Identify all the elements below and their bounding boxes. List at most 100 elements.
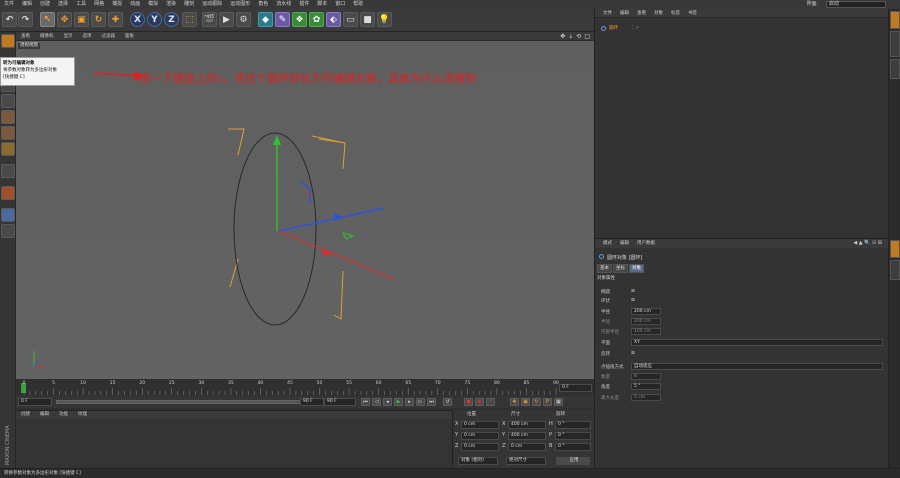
menu-motion-tracking[interactable]: 运动跟踪 [198, 0, 226, 9]
viewport-menu-filter[interactable]: 过滤器 [97, 32, 121, 41]
objmgr-menu-file[interactable]: 文件 [599, 9, 616, 17]
rotation-field[interactable]: 0 ° [555, 421, 591, 429]
property-checkbox[interactable]: ⊠ [631, 298, 635, 303]
position-field[interactable]: 0 cm [461, 443, 499, 451]
start-frame-field[interactable]: 0 F [18, 398, 52, 406]
key-parameter-icon[interactable]: P [543, 398, 552, 406]
render-picture-viewer-icon[interactable]: ▶ [219, 12, 234, 27]
property-checkbox[interactable]: ⊠ [631, 351, 635, 356]
magnet-icon[interactable] [1, 186, 15, 200]
size-field[interactable]: 0 cm [508, 443, 546, 451]
property-value-field[interactable]: 5 cm [631, 394, 661, 401]
objects-tab-icon[interactable] [890, 11, 900, 29]
timeline-ruler[interactable]: 0 5 10 15 20 25 30 35 40 45 50 55 60 65 70 75 80 85 90 0 F [16, 381, 594, 396]
menu-help[interactable]: 帮助 [349, 0, 367, 9]
menu-mograph[interactable]: 运动图形 [226, 0, 254, 9]
play-icon[interactable]: ▶ [394, 398, 403, 406]
viewport-menu-camera[interactable]: 摄像机 [35, 32, 59, 41]
redo-icon[interactable]: ↷ [18, 12, 33, 27]
visibility-dots-icon[interactable]: ⁚ [632, 25, 634, 31]
enabled-check-icon[interactable]: ✓ [636, 25, 640, 31]
render-settings-icon[interactable]: ⚙ [236, 12, 251, 27]
coordinate-system-icon[interactable]: ⬚ [182, 12, 197, 27]
menu-script[interactable]: 脚本 [313, 0, 331, 9]
viewport-menu-panel[interactable]: 面板 [120, 32, 139, 41]
menu-window[interactable]: 窗口 [331, 0, 349, 9]
key-grid-icon[interactable]: ▦ [554, 398, 563, 406]
property-value-field[interactable]: 自动适应 [631, 363, 883, 370]
rotation-field[interactable]: 0 ° [555, 443, 591, 451]
material-menu-edit[interactable]: 编辑 [35, 411, 54, 419]
attributes-tab-icon[interactable] [890, 240, 900, 258]
y-axis-lock-button[interactable]: Y [147, 12, 162, 27]
objmgr-menu-bookmarks[interactable]: 书签 [684, 9, 701, 17]
frame-range-slider[interactable] [56, 400, 316, 404]
deformer-icon[interactable]: ⬖ [326, 12, 341, 27]
points-mode-icon[interactable] [1, 110, 15, 124]
menu-file[interactable]: 文件 [0, 0, 18, 9]
material-menu-create[interactable]: 创建 [16, 411, 35, 419]
rotation-field[interactable]: 0 ° [555, 432, 591, 440]
tab-basic[interactable]: 基本 [597, 264, 612, 273]
viewport-menu-options[interactable]: 选项 [78, 32, 97, 41]
layers-tab[interactable] [890, 260, 900, 280]
menu-tools[interactable]: 工具 [72, 0, 90, 9]
auto-key-icon[interactable]: ◉ [475, 398, 484, 406]
go-start-icon[interactable]: ⏮ [361, 398, 370, 406]
coord-mode-select[interactable]: 对象 (相对) [458, 457, 498, 465]
menu-plugins[interactable]: 插件 [295, 0, 313, 9]
live-select-icon[interactable]: ↖ [40, 12, 55, 27]
scale-icon[interactable]: ▣ [74, 12, 89, 27]
position-field[interactable]: 0 cm [461, 432, 499, 440]
soft-selection-icon[interactable] [1, 208, 15, 222]
end-frame-field[interactable]: 90 F [300, 398, 324, 406]
objmgr-menu-view[interactable]: 查看 [633, 9, 650, 17]
property-value-field[interactable]: XY [631, 339, 883, 346]
attr-menu-userdata[interactable]: 用户数据 [633, 239, 659, 248]
loop-icon[interactable]: ↺ [443, 398, 452, 406]
layout-select[interactable]: 启动 [826, 1, 886, 8]
menu-animate[interactable]: 动画 [126, 0, 144, 9]
go-end-icon[interactable]: ⏭ [427, 398, 436, 406]
move-icon[interactable]: ✥ [57, 12, 72, 27]
make-editable-icon[interactable] [1, 34, 15, 48]
prev-key-icon[interactable]: ◁ [372, 398, 381, 406]
cloner-icon[interactable]: ✿ [309, 12, 324, 27]
objmgr-menu-tags[interactable]: 标签 [667, 9, 684, 17]
objmgr-menu-objects[interactable]: 对象 [650, 9, 667, 17]
record-icon[interactable]: ● [464, 398, 473, 406]
viewport-menu-view[interactable]: 查看 [16, 32, 35, 41]
current-frame-field[interactable]: 0 F [559, 384, 592, 392]
menu-snap[interactable]: 捕捉 [108, 0, 126, 9]
pan-icon[interactable]: ✥ [560, 32, 565, 41]
subdivision-icon[interactable]: ❖ [292, 12, 307, 27]
dolly-icon[interactable]: ⇣ [568, 32, 573, 41]
menu-render[interactable]: 渲染 [162, 0, 180, 9]
size-field[interactable]: 400 cm [508, 421, 546, 429]
objmgr-menu-edit[interactable]: 编辑 [616, 9, 633, 17]
menu-sculpt[interactable]: 雕刻 [180, 0, 198, 9]
next-key-icon[interactable]: ▷ [416, 398, 425, 406]
object-name[interactable]: 圆环 [609, 25, 618, 31]
cube-icon[interactable]: ◆ [258, 12, 273, 27]
property-value-field[interactable]: 8 [631, 373, 661, 380]
prev-frame-icon[interactable]: ◂ [383, 398, 392, 406]
menu-mesh[interactable]: 网格 [90, 0, 108, 9]
maximize-icon[interactable]: □ [584, 32, 590, 41]
max-frame-field[interactable]: 90 F [324, 398, 356, 406]
camera-icon[interactable]: ■ [360, 12, 375, 27]
menu-edit[interactable]: 编辑 [18, 0, 36, 9]
attr-menu-mode[interactable]: 模式 [599, 239, 616, 248]
viewport-menu-display[interactable]: 显示 [59, 32, 78, 41]
tab-coord[interactable]: 坐标 [613, 264, 628, 273]
floor-icon[interactable]: ▭ [343, 12, 358, 27]
menu-simulate[interactable]: 模拟 [144, 0, 162, 9]
orbit-icon[interactable]: ⟲ [576, 32, 581, 41]
keyframe-selection-icon[interactable]: ? [486, 398, 495, 406]
x-axis-lock-button[interactable]: X [130, 12, 145, 27]
apply-button[interactable]: 应用 [556, 457, 590, 465]
structure-tab[interactable] [890, 59, 900, 79]
perspective-viewport[interactable]: 透视视图 [16, 41, 594, 379]
edges-mode-icon[interactable] [1, 126, 15, 140]
polygons-mode-icon[interactable] [1, 142, 15, 156]
